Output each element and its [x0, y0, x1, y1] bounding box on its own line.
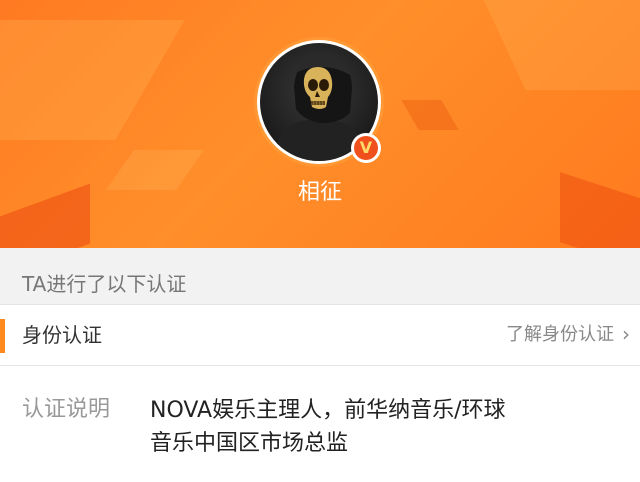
chevron-right-icon[interactable]: › — [622, 320, 630, 348]
description-line: NOVA娱乐主理人，前华纳音乐/环球 — [150, 398, 506, 423]
profile-verification-page: V 相征 TA进行了以下认证 身份认证 了解身份认证 › 认证说明 NOVA娱乐… — [0, 0, 640, 482]
username: 相征 — [297, 180, 342, 205]
learn-more-link[interactable]: 了解身份认证 — [506, 322, 614, 348]
section-title: TA进行了以下认证 — [22, 272, 187, 296]
accent-bar — [0, 319, 5, 353]
section-header: TA进行了以下认证 — [0, 248, 640, 305]
verified-badge-icon: V — [351, 133, 381, 163]
decorative-shape — [401, 100, 459, 130]
decorative-shape — [0, 20, 185, 140]
identity-verification-title: 身份认证 — [22, 323, 102, 347]
identity-verification-row[interactable]: 身份认证 了解身份认证 › — [0, 305, 640, 366]
decorative-shape — [474, 0, 640, 90]
description-line: 音乐中国区市场总监 — [150, 431, 349, 456]
description-text: NOVA娱乐主理人，前华纳音乐/环球 音乐中国区市场总监 — [150, 394, 610, 460]
profile-header: V 相征 — [0, 0, 640, 248]
verified-mark: V — [354, 136, 378, 160]
description-label: 认证说明 — [22, 397, 111, 422]
